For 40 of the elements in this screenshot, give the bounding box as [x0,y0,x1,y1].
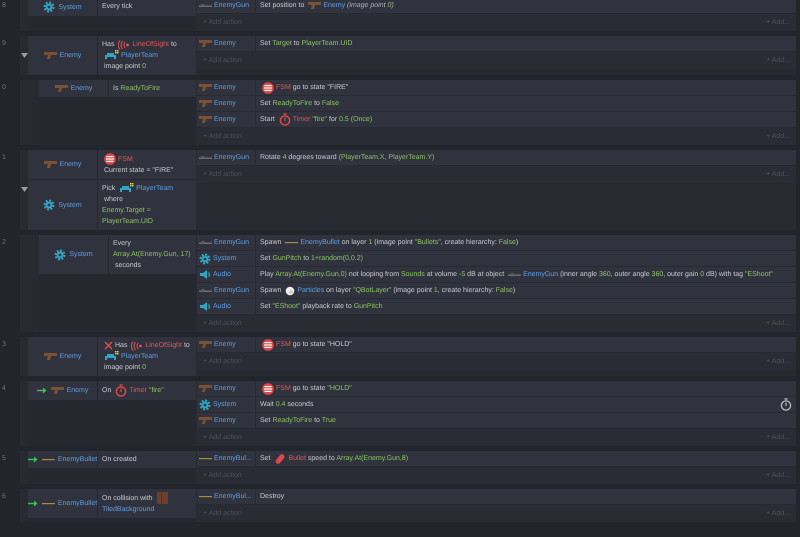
striped-circle-icon [262,82,274,94]
striped-circle-icon [262,382,274,394]
pistol-icon [199,39,212,48]
rifle-icon [199,288,212,294]
striped-circle-icon [104,153,116,165]
invader-icon [119,183,134,194]
striped-circle-icon [262,338,274,350]
pistol-icon [54,84,68,93]
pistol-icon [199,416,212,425]
pistol-icon [308,1,322,10]
caret-icon[interactable] [20,187,28,193]
pistol-icon [44,51,57,60]
speaker-icon [199,301,211,312]
orb-icon [285,286,296,296]
pistol-icon [50,386,64,395]
pistol-icon [44,160,57,169]
pistol-icon [199,115,212,124]
line-icon [199,456,212,461]
tile-icon [156,492,168,504]
speaker-icon [199,269,211,280]
pistol-icon [199,83,212,92]
rifle-icon [508,272,522,278]
rifle-icon [199,2,212,8]
rifle-icon [199,240,212,246]
pistol-icon [199,384,212,393]
gear-icon [43,199,56,211]
caret-icon[interactable] [20,52,28,58]
signal-icon [131,340,144,350]
signal-icon [118,40,130,50]
invader-icon [104,50,119,61]
pistol-icon [199,99,212,108]
pistol-icon [44,352,57,361]
stopwatch-icon [115,384,128,397]
rifle-icon [199,154,212,160]
stopwatch-icon [278,113,291,126]
bullet-icon [274,452,286,464]
gear-icon [54,248,66,260]
pistol-icon [199,340,212,349]
invader-icon [104,351,119,362]
line-icon [199,494,212,499]
